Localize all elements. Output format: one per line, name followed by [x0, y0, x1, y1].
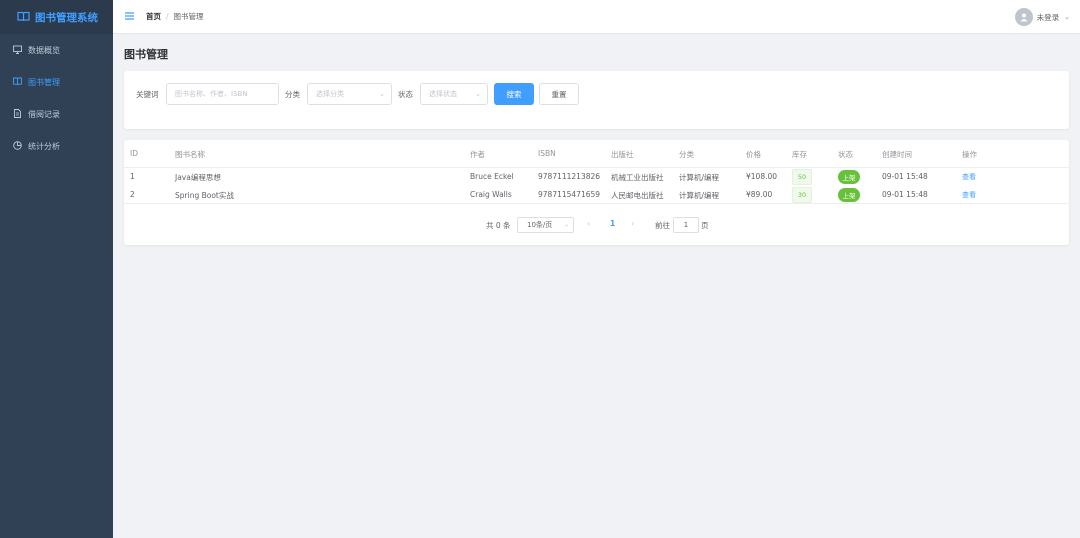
stock-badge: 50 [792, 169, 812, 185]
sidebar: 图书管理系统 数据概览 图书管理 借阅记录 统计分析 [0, 0, 113, 538]
sidebar-item-books[interactable]: 图书管理 [0, 66, 113, 98]
status-placeholder: 选择状态 [429, 90, 457, 98]
book-icon [13, 77, 22, 88]
cell-price: ¥89.00 [746, 190, 773, 199]
column-header-name: 图书名称 [175, 150, 205, 159]
column-header-author: 作者 [470, 150, 485, 159]
view-link[interactable]: 查看 [962, 190, 976, 200]
column-header-stock: 库存 [792, 150, 807, 159]
goto-page-input[interactable]: 1 [673, 217, 699, 233]
pie-chart-icon [13, 140, 22, 152]
cell-name: Java编程思想 [175, 173, 221, 182]
cell-publisher: 人民邮电出版社 [611, 191, 664, 200]
keyword-input[interactable]: 图书名称、作者、ISBN [166, 83, 279, 105]
goto-label: 前往 [655, 220, 670, 230]
cell-price: ¥108.00 [746, 172, 778, 181]
column-header-isbn: ISBN [538, 149, 556, 158]
page-suffix: 页 [701, 220, 709, 230]
column-header-actions: 操作 [962, 150, 977, 159]
page-title: 图书管理 [124, 48, 168, 61]
reset-button[interactable]: 重置 [539, 83, 579, 105]
breadcrumb-separator: / [166, 12, 169, 21]
status-select[interactable]: 选择状态 ⌄ [420, 83, 488, 105]
sidebar-item-label: 图书管理 [28, 77, 60, 87]
pagination-total: 共 0 条 [486, 220, 511, 230]
sidebar-item-label: 统计分析 [28, 141, 60, 151]
cell-category: 计算机/编程 [679, 191, 720, 200]
status-badge: 上架 [838, 188, 860, 202]
cell-isbn: 9787115471659 [538, 190, 601, 199]
breadcrumb-home[interactable]: 首页 [146, 11, 161, 22]
page-size-value: 10条/页 [527, 221, 553, 229]
table-divider [124, 203, 1069, 204]
books-table: ID 图书名称 作者 ISBN 出版社 分类 价格 库存 状态 创建时间 操作 … [124, 140, 1069, 245]
sidebar-item-label: 数据概览 [28, 45, 60, 55]
cell-publisher: 机械工业出版社 [611, 173, 664, 182]
column-header-status: 状态 [838, 150, 853, 159]
cell-name: Spring Boot实战 [175, 191, 234, 200]
search-button[interactable]: 搜索 [494, 83, 534, 105]
table-row: 1 Java编程思想 Bruce Eckel 9787111213826 机械工… [124, 168, 1069, 186]
cell-created: 09-01 15:48 [882, 172, 928, 181]
category-select[interactable]: 选择分类 ⌄ [307, 83, 392, 105]
column-header-category: 分类 [679, 150, 694, 159]
app-title: 图书管理系统 [35, 11, 98, 24]
current-page[interactable]: 1 [610, 219, 615, 228]
category-label: 分类 [285, 90, 300, 99]
sidebar-item-overview[interactable]: 数据概览 [0, 34, 113, 66]
sidebar-item-label: 借阅记录 [28, 109, 60, 119]
cell-category: 计算机/编程 [679, 173, 720, 182]
filter-card: 关键词 图书名称、作者、ISBN 分类 选择分类 ⌄ 状态 选择状态 ⌄ 搜索 … [124, 71, 1069, 129]
menu-toggle-icon[interactable] [125, 11, 134, 22]
sidebar-item-statistics[interactable]: 统计分析 [0, 130, 113, 162]
prev-page-button[interactable]: ‹ [587, 219, 590, 228]
column-header-id: ID [130, 149, 138, 158]
keyword-label: 关键词 [136, 90, 159, 99]
column-header-created: 创建时间 [882, 150, 912, 159]
monitor-icon [13, 45, 22, 56]
view-link[interactable]: 查看 [962, 172, 976, 182]
top-header: 首页 / 图书管理 未登录 ⌄ [113, 0, 1080, 34]
app-logo[interactable]: 图书管理系统 [0, 0, 113, 34]
avatar [1014, 8, 1033, 26]
chevron-down-icon: ⌄ [1064, 13, 1070, 21]
category-placeholder: 选择分类 [316, 90, 344, 98]
cell-author: Bruce Eckel [470, 172, 514, 181]
sidebar-item-borrow-records[interactable]: 借阅记录 [0, 98, 113, 130]
cell-isbn: 9787111213826 [538, 172, 601, 181]
table-header: ID 图书名称 作者 ISBN 出版社 分类 价格 库存 状态 创建时间 操作 [124, 140, 1069, 168]
table-row: 2 Spring Boot实战 Craig Walls 978711547165… [124, 186, 1069, 204]
chevron-down-icon: ⌄ [379, 90, 385, 98]
next-page-button[interactable]: › [631, 219, 634, 228]
book-open-icon [17, 11, 30, 24]
breadcrumb-current: 图书管理 [173, 12, 204, 21]
cell-id: 2 [130, 190, 135, 199]
page-size-select[interactable]: 10条/页 ⌄ [517, 217, 574, 233]
cell-created: 09-01 15:48 [882, 190, 928, 199]
user-menu[interactable]: 未登录 ⌄ [1014, 8, 1070, 26]
chevron-down-icon: ⌄ [475, 90, 481, 98]
column-header-price: 价格 [746, 150, 761, 159]
user-status-label: 未登录 [1036, 12, 1060, 22]
column-header-publisher: 出版社 [611, 150, 634, 159]
document-icon [13, 108, 22, 120]
cell-id: 1 [130, 172, 135, 181]
status-badge: 上架 [838, 170, 860, 184]
chevron-down-icon: ⌄ [563, 221, 569, 228]
main-content: 图书管理 关键词 图书名称、作者、ISBN 分类 选择分类 ⌄ 状态 选择状态 … [113, 34, 1080, 538]
cell-author: Craig Walls [470, 190, 512, 199]
status-label: 状态 [398, 90, 413, 99]
stock-badge: 30 [792, 187, 812, 203]
